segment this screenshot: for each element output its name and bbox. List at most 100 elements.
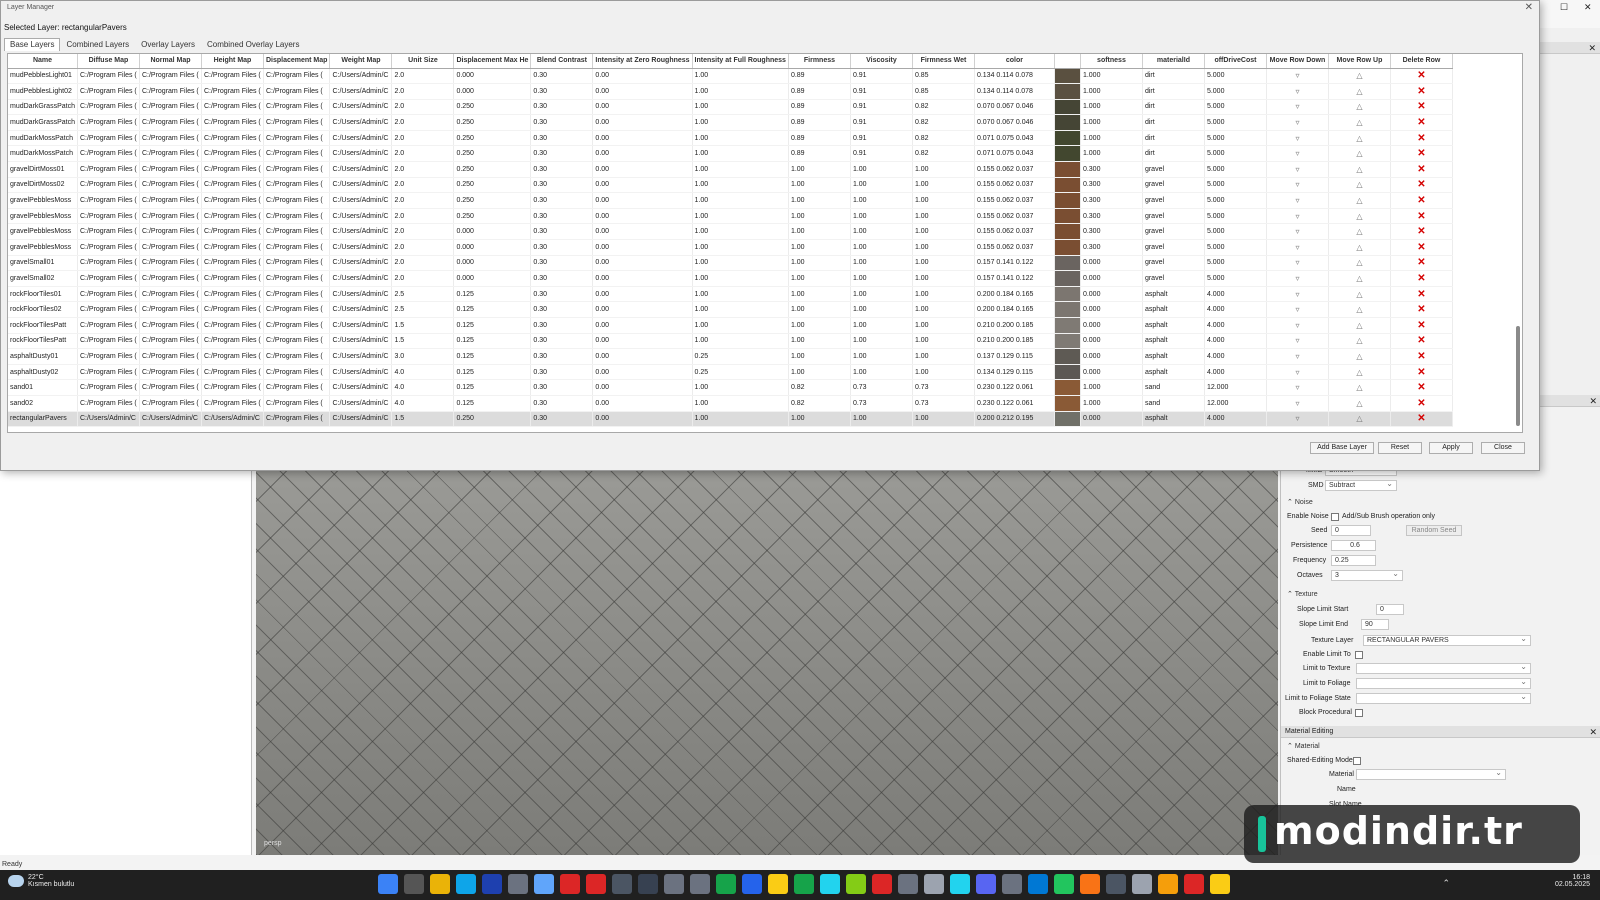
table-cell[interactable]: C:/Users/Admin/C bbox=[329, 348, 393, 365]
table-cell[interactable]: C:/Program Files ( bbox=[139, 333, 202, 350]
delete-row-icon[interactable]: ✕ bbox=[1390, 270, 1453, 287]
table-cell[interactable]: C:/Program Files ( bbox=[263, 301, 331, 318]
table-cell[interactable]: C:/Users/Admin/C bbox=[329, 239, 393, 256]
app-icon[interactable] bbox=[1210, 874, 1230, 894]
table-cell[interactable]: 0.000 bbox=[1080, 270, 1143, 287]
table-cell[interactable]: 0.73 bbox=[912, 379, 975, 396]
table-cell[interactable]: 0.000 bbox=[1080, 317, 1143, 334]
table-cell[interactable]: C:/Program Files ( bbox=[139, 364, 202, 381]
table-cell[interactable]: 0.000 bbox=[1080, 301, 1143, 318]
color-swatch[interactable] bbox=[1054, 364, 1081, 381]
table-cell[interactable]: 0.250 bbox=[453, 99, 532, 116]
table-cell[interactable]: 0.00 bbox=[592, 255, 693, 272]
table-cell[interactable]: 0.00 bbox=[592, 301, 693, 318]
table-cell[interactable]: dirt bbox=[1142, 130, 1205, 147]
table-cell[interactable]: 1.00 bbox=[788, 177, 851, 194]
delete-row-icon[interactable]: ✕ bbox=[1390, 301, 1453, 318]
maximize-icon[interactable]: ☐ bbox=[1560, 2, 1568, 13]
app-icon[interactable] bbox=[378, 874, 398, 894]
delete-row-icon[interactable]: ✕ bbox=[1390, 333, 1453, 350]
table-row[interactable]: mudPebblesLight01 C:/Program Files (C:/Pr… bbox=[8, 68, 1453, 85]
table-cell[interactable]: gravel bbox=[1142, 192, 1205, 209]
table-cell[interactable]: C:/Program Files ( bbox=[77, 68, 140, 85]
color-swatch[interactable] bbox=[1054, 317, 1081, 334]
table-cell[interactable]: 0.00 bbox=[592, 348, 693, 365]
table-cell[interactable]: gravelSmall01 bbox=[8, 255, 78, 272]
table-cell[interactable]: 1.00 bbox=[912, 333, 975, 350]
table-row[interactable]: asphaltDusty01 C:/Program Files (C:/Progr… bbox=[8, 348, 1453, 365]
table-row[interactable]: gravelPebblesMoss C:/Program Files (C:/Pr… bbox=[8, 239, 1453, 256]
table-cell[interactable]: 0.85 bbox=[912, 68, 975, 85]
octaves-select[interactable]: 3 bbox=[1331, 569, 1403, 581]
table-cell[interactable]: dirt bbox=[1142, 68, 1205, 85]
table-cell[interactable]: 0.000 bbox=[1080, 255, 1143, 272]
table-cell[interactable]: 1.00 bbox=[850, 411, 913, 428]
column-header[interactable]: Diffuse Map bbox=[77, 54, 140, 69]
table-cell[interactable]: C:/Program Files ( bbox=[77, 301, 140, 318]
table-cell[interactable]: 0.82 bbox=[912, 114, 975, 131]
move-row-up-icon[interactable]: △ bbox=[1328, 395, 1391, 412]
table-cell[interactable]: 2.0 bbox=[391, 208, 455, 225]
table-cell[interactable]: 0.89 bbox=[788, 83, 851, 100]
column-header[interactable]: Intensity at Zero Roughness bbox=[592, 54, 693, 69]
table-cell[interactable]: asphalt bbox=[1142, 348, 1205, 365]
table-cell[interactable]: 1.000 bbox=[1080, 114, 1143, 131]
table-cell[interactable]: 0.155 0.062 0.037 bbox=[974, 223, 1055, 241]
table-cell[interactable]: C:/Users/Admin/C bbox=[329, 255, 393, 272]
table-cell[interactable]: 0.000 bbox=[453, 270, 532, 287]
table-cell[interactable]: C:/Users/Admin/C bbox=[329, 286, 393, 303]
table-cell[interactable]: 1.5 bbox=[391, 333, 455, 350]
delete-row-icon[interactable]: ✕ bbox=[1390, 286, 1453, 303]
table-cell[interactable]: 0.82 bbox=[912, 130, 975, 147]
table-cell[interactable]: 0.91 bbox=[850, 130, 913, 147]
table-cell[interactable]: 0.30 bbox=[530, 255, 594, 272]
table-cell[interactable]: 0.134 0.114 0.078 bbox=[974, 68, 1055, 85]
table-cell[interactable]: 0.30 bbox=[530, 192, 594, 209]
table-cell[interactable]: 0.250 bbox=[453, 114, 532, 131]
table-cell[interactable]: 1.00 bbox=[788, 317, 851, 334]
table-cell[interactable]: C:/Program Files ( bbox=[201, 223, 264, 241]
table-row[interactable]: gravelPebblesMoss C:/Program Files (C:/Pr… bbox=[8, 192, 1453, 209]
table-cell[interactable]: asphaltDusty01 bbox=[8, 348, 78, 365]
table-cell[interactable]: 4.000 bbox=[1204, 411, 1267, 428]
move-row-up-icon[interactable]: △ bbox=[1328, 130, 1391, 147]
move-row-up-icon[interactable]: △ bbox=[1328, 379, 1391, 396]
table-cell[interactable]: mudDarkGrassPatch bbox=[8, 99, 78, 116]
column-header[interactable]: Firmness Wet bbox=[912, 54, 975, 69]
table-cell[interactable]: 0.157 0.141 0.122 bbox=[974, 270, 1055, 287]
table-cell[interactable]: C:/Program Files ( bbox=[77, 286, 140, 303]
table-cell[interactable]: C:/Program Files ( bbox=[201, 83, 264, 100]
table-cell[interactable]: 4.000 bbox=[1204, 286, 1267, 303]
table-cell[interactable]: 0.00 bbox=[592, 208, 693, 225]
table-cell[interactable]: 1.00 bbox=[692, 114, 789, 131]
table-cell[interactable]: 0.125 bbox=[453, 364, 532, 381]
table-cell[interactable]: C:/Users/Admin/C bbox=[329, 395, 393, 412]
table-cell[interactable]: 0.300 bbox=[1080, 223, 1143, 241]
table-cell[interactable]: asphalt bbox=[1142, 317, 1205, 334]
table-cell[interactable]: 0.00 bbox=[592, 145, 693, 163]
table-cell[interactable]: 0.30 bbox=[530, 364, 594, 381]
app-icon[interactable] bbox=[560, 874, 580, 894]
delete-row-icon[interactable]: ✕ bbox=[1390, 114, 1453, 131]
table-cell[interactable]: 0.000 bbox=[1080, 348, 1143, 365]
close-icon[interactable]: ✕ bbox=[1584, 2, 1592, 13]
table-cell[interactable]: 5.000 bbox=[1204, 99, 1267, 116]
table-cell[interactable]: C:/Program Files ( bbox=[201, 395, 264, 412]
table-cell[interactable]: C:/Program Files ( bbox=[139, 208, 202, 225]
table-cell[interactable]: 0.155 0.062 0.037 bbox=[974, 161, 1055, 178]
table-cell[interactable]: 0.200 0.184 0.165 bbox=[974, 301, 1055, 318]
table-row[interactable]: mudDarkMossPatch C:/Program Files (C:/Pro… bbox=[8, 145, 1453, 163]
table-cell[interactable]: C:/Program Files ( bbox=[263, 270, 331, 287]
table-cell[interactable]: asphalt bbox=[1142, 364, 1205, 381]
apply-button[interactable]: Apply bbox=[1429, 442, 1473, 454]
table-cell[interactable]: 0.30 bbox=[530, 223, 594, 241]
table-cell[interactable]: C:/Program Files ( bbox=[77, 177, 140, 194]
table-cell[interactable]: 1.00 bbox=[692, 411, 789, 428]
table-cell[interactable]: C:/Program Files ( bbox=[139, 114, 202, 131]
table-cell[interactable]: gravel bbox=[1142, 161, 1205, 178]
color-swatch[interactable] bbox=[1054, 161, 1081, 178]
table-cell[interactable]: 0.00 bbox=[592, 223, 693, 241]
table-cell[interactable]: 0.91 bbox=[850, 99, 913, 116]
table-cell[interactable]: 0.30 bbox=[530, 177, 594, 194]
table-cell[interactable]: rockFloorTiles02 bbox=[8, 301, 78, 318]
